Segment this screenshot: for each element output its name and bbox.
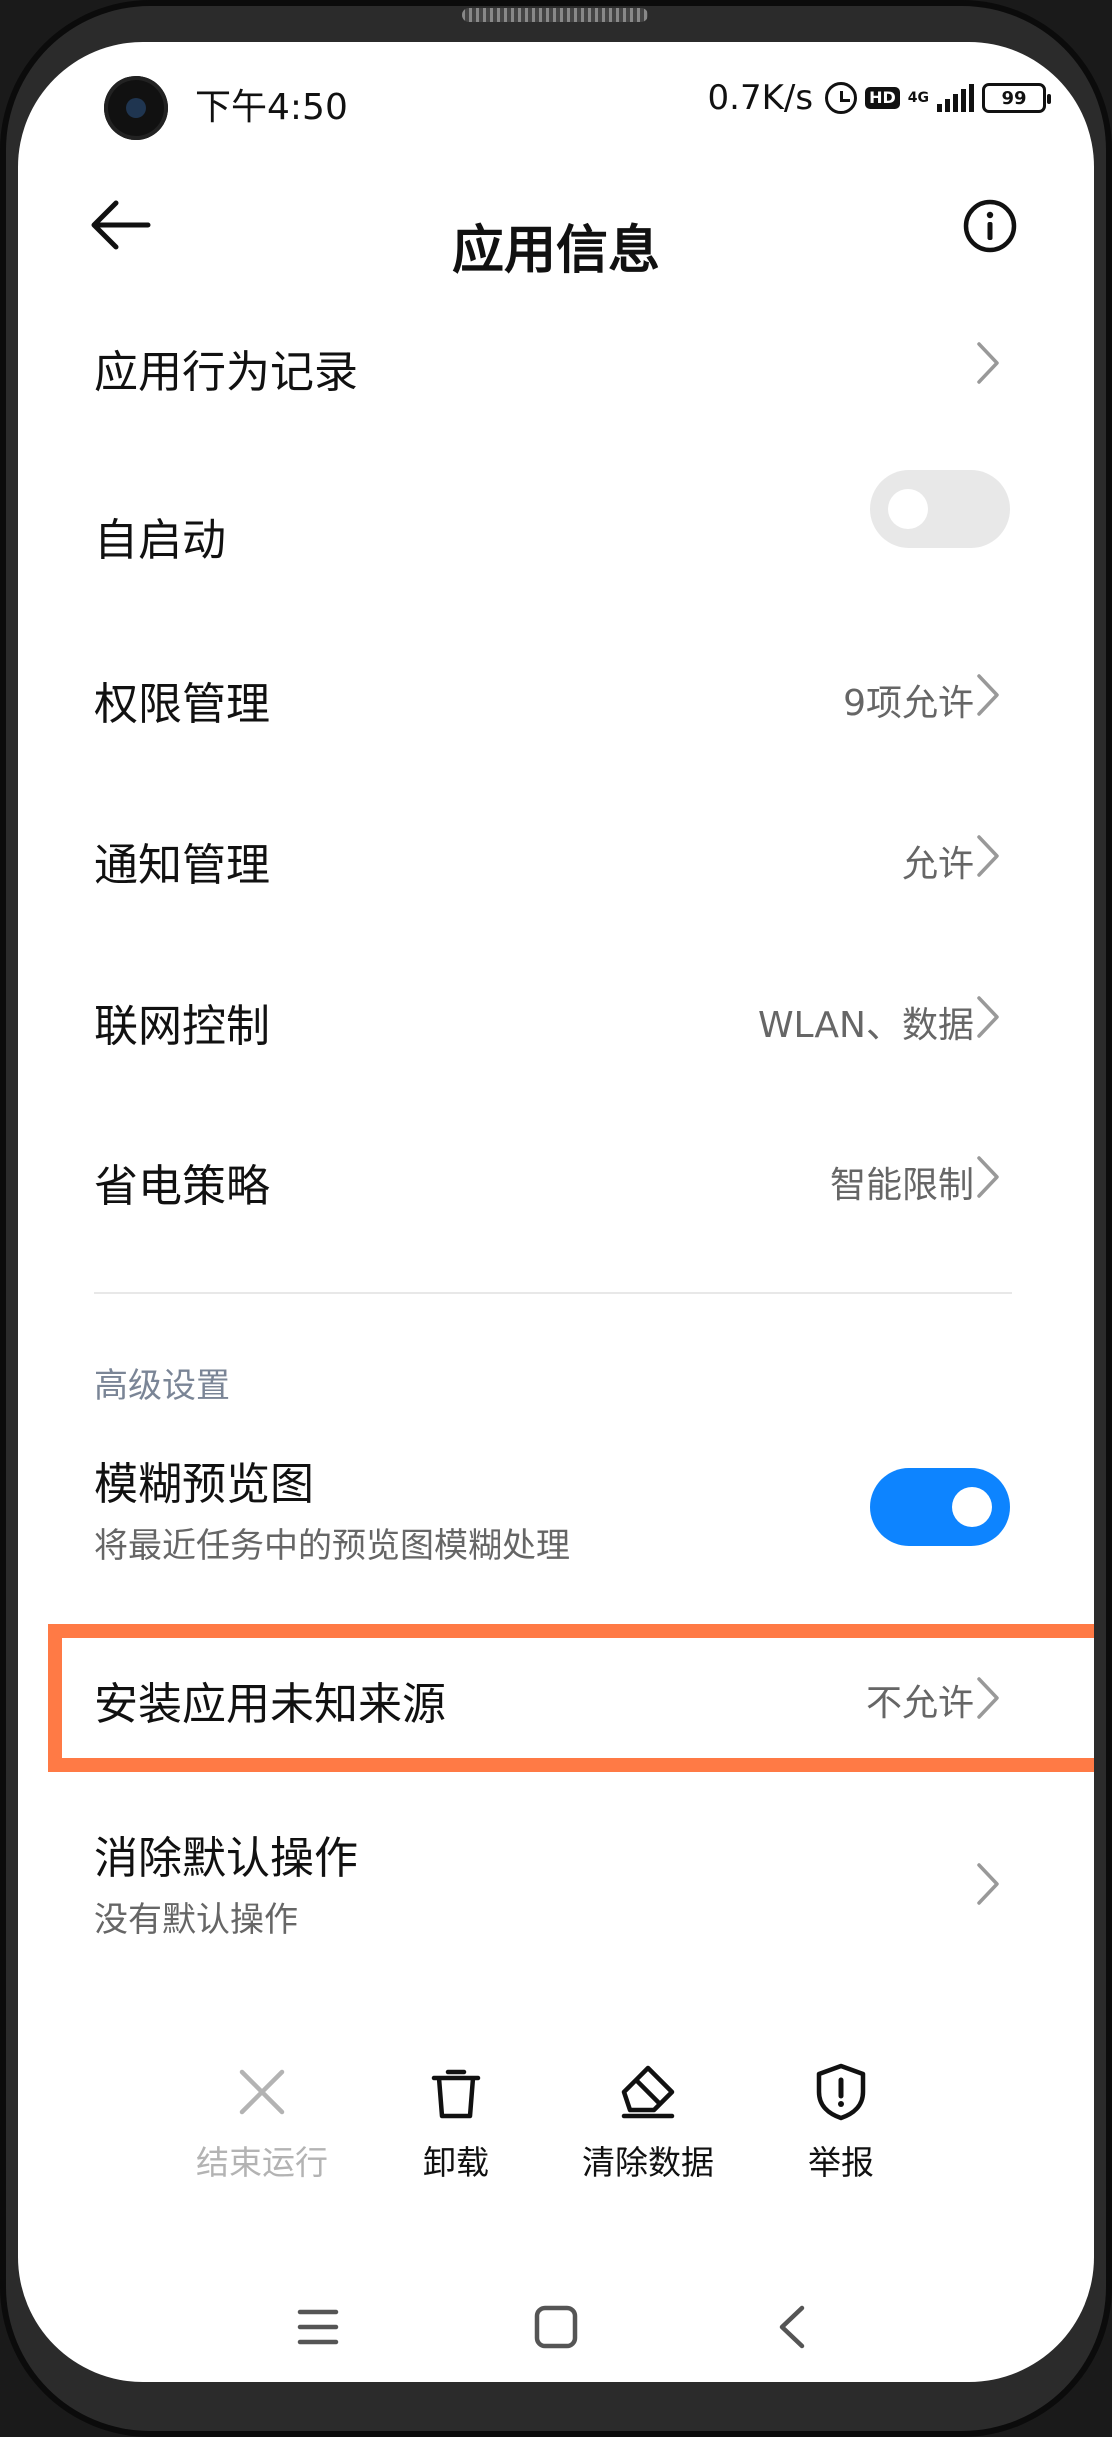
row-title: 权限管理 bbox=[94, 679, 270, 730]
row-network-control[interactable]: 联网控制 WLAN、数据 bbox=[18, 966, 1094, 1066]
row-value: WLAN、数据 bbox=[757, 1005, 974, 1046]
row-title: 应用行为记录 bbox=[94, 347, 358, 398]
force-stop-button[interactable]: 结束运行 bbox=[162, 2062, 362, 2184]
toggle-knob bbox=[952, 1487, 992, 1527]
row-subtitle: 将最近任务中的预览图模糊处理 bbox=[94, 1526, 570, 1566]
chevron-right-icon bbox=[977, 996, 999, 1038]
net-speed: 0.7K/s bbox=[707, 78, 814, 118]
row-permissions[interactable]: 权限管理 9项允许 bbox=[18, 644, 1094, 744]
shield-alert-icon bbox=[816, 2063, 866, 2121]
row-value: 允许 bbox=[901, 844, 974, 885]
row-behavior-log[interactable]: 应用行为记录 bbox=[18, 312, 1094, 412]
chevron-right-icon bbox=[977, 1863, 999, 1905]
report-button[interactable]: 举报 bbox=[741, 2062, 941, 2184]
trash-icon bbox=[431, 2069, 481, 2119]
hd-icon: HD bbox=[865, 87, 900, 109]
close-icon bbox=[239, 2069, 285, 2115]
row-title: 联网控制 bbox=[94, 1001, 270, 1052]
bottom-action-bar: 结束运行 卸载 清除数据 举报 bbox=[18, 2062, 1094, 2262]
section-divider bbox=[94, 1292, 1012, 1294]
row-title: 模糊预览图 bbox=[94, 1459, 314, 1510]
battery-level: 99 bbox=[1001, 87, 1027, 109]
action-label: 举报 bbox=[808, 2143, 874, 2182]
row-title: 消除默认操作 bbox=[94, 1833, 358, 1884]
info-icon[interactable] bbox=[962, 198, 1018, 254]
blur-preview-toggle[interactable] bbox=[870, 1468, 1010, 1546]
section-header-advanced: 高级设置 bbox=[94, 1366, 230, 1406]
front-camera bbox=[104, 76, 168, 140]
system-nav-bar bbox=[18, 2282, 1094, 2382]
action-label: 卸载 bbox=[423, 2143, 489, 2182]
row-title: 省电策略 bbox=[94, 1161, 270, 1212]
autostart-toggle[interactable] bbox=[870, 470, 1010, 548]
row-title: 通知管理 bbox=[94, 840, 270, 891]
page-title: 应用信息 bbox=[451, 221, 660, 281]
row-subtitle: 没有默认操作 bbox=[94, 1900, 298, 1940]
toggle-knob bbox=[888, 489, 928, 529]
network-type: 4G bbox=[907, 90, 929, 106]
chevron-right-icon bbox=[977, 1156, 999, 1198]
highlight-frame bbox=[48, 1624, 1094, 1772]
row-value: 9项允许 bbox=[843, 683, 974, 724]
row-value: 智能限制 bbox=[829, 1165, 974, 1206]
menu-icon[interactable] bbox=[296, 2302, 340, 2352]
phone-frame: 下午4:50 0.7K/s HD 4G 99 应用信息 应用行为记录 自启动 权… bbox=[0, 0, 1112, 2437]
row-autostart: 自启动 bbox=[18, 470, 1094, 590]
chevron-right-icon bbox=[977, 835, 999, 877]
status-time: 下午4:50 bbox=[195, 87, 348, 128]
alarm-icon bbox=[825, 82, 858, 114]
screen: 下午4:50 0.7K/s HD 4G 99 应用信息 应用行为记录 自启动 权… bbox=[18, 42, 1094, 2382]
action-label: 清除数据 bbox=[582, 2143, 714, 2182]
home-icon[interactable] bbox=[532, 2302, 580, 2352]
signal-icon bbox=[937, 84, 974, 112]
clear-data-button[interactable]: 清除数据 bbox=[548, 2062, 748, 2184]
chevron-right-icon bbox=[977, 342, 999, 384]
eraser-icon bbox=[621, 2065, 675, 2119]
action-label: 结束运行 bbox=[196, 2143, 328, 2182]
earpiece-speaker bbox=[462, 8, 648, 22]
app-header: 应用信息 bbox=[18, 152, 1094, 302]
row-notifications[interactable]: 通知管理 允许 bbox=[18, 805, 1094, 905]
battery-icon: 99 bbox=[982, 83, 1051, 113]
chevron-right-icon bbox=[977, 674, 999, 716]
row-battery-saver[interactable]: 省电策略 智能限制 bbox=[18, 1126, 1094, 1226]
row-clear-defaults[interactable]: 消除默认操作 没有默认操作 bbox=[18, 1812, 1094, 1952]
status-icons: 0.7K/s HD 4G 99 bbox=[707, 78, 1051, 118]
back-nav-icon[interactable] bbox=[772, 2302, 812, 2352]
uninstall-button[interactable]: 卸载 bbox=[356, 2062, 556, 2184]
row-blur-preview: 模糊预览图 将最近任务中的预览图模糊处理 bbox=[18, 1438, 1094, 1578]
row-title: 自启动 bbox=[94, 515, 226, 566]
